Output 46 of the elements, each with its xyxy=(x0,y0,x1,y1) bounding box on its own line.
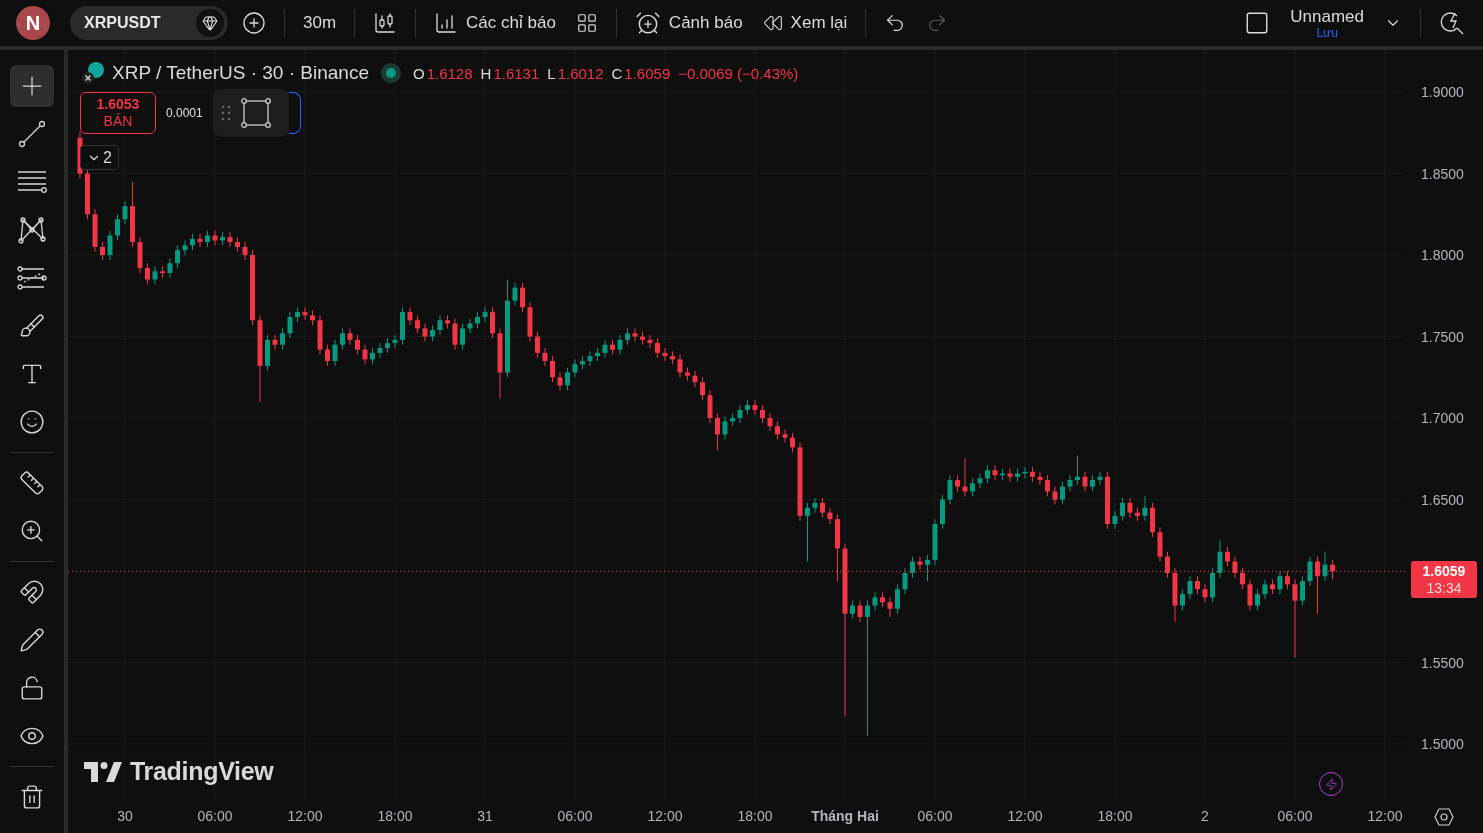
price-label: 1.7500 xyxy=(1421,327,1464,346)
price-change: −0.0069 (−0.43%) xyxy=(678,64,799,82)
time-label: 30 xyxy=(117,808,133,824)
time-label: 12:00 xyxy=(1007,808,1043,824)
ohlc-label: L xyxy=(547,64,556,82)
spread-value: 0.0001 xyxy=(166,106,202,120)
price-label: 1.9000 xyxy=(1421,83,1464,102)
alert-button[interactable]: Cảnh báo xyxy=(628,6,749,40)
time-label: 18:00 xyxy=(1097,808,1133,824)
ohlc-label: C xyxy=(611,64,623,82)
watermark-text: TradingView xyxy=(130,757,274,786)
last-price: 1.6059 xyxy=(1422,562,1466,580)
time-label: 12:00 xyxy=(1367,808,1403,824)
time-label: 06:00 xyxy=(917,808,953,824)
ohlc-label: H xyxy=(480,64,492,82)
time-label: 06:00 xyxy=(197,808,233,824)
symbol-search[interactable]: XRPUSDT xyxy=(70,6,228,40)
ohlc-value: 1.6059 xyxy=(624,64,671,82)
bar-countdown: 13:34 xyxy=(1426,579,1462,597)
time-label: 18:00 xyxy=(737,808,773,824)
symbol-title: XRP / TetherUS · 30 · Binance xyxy=(112,62,369,84)
time-label: 06:00 xyxy=(1277,808,1313,824)
price-label: 1.7000 xyxy=(1421,409,1464,428)
time-label: 06:00 xyxy=(557,808,593,824)
price-label: 1.5000 xyxy=(1421,735,1464,754)
price-label: 1.8000 xyxy=(1421,246,1464,265)
price-label: 1.8500 xyxy=(1421,164,1464,183)
ohlc-label: O xyxy=(413,64,425,82)
time-label: 31 xyxy=(477,808,493,824)
sell-button[interactable]: 1.6053 BÁN xyxy=(80,92,156,134)
layout-name-button[interactable]: Unnamed Lưu xyxy=(1284,7,1370,39)
time-label: 18:00 xyxy=(377,808,413,824)
price-label: 1.5500 xyxy=(1421,653,1464,672)
time-label: 12:00 xyxy=(647,808,683,824)
ohlc-value: 1.6128 xyxy=(426,64,473,82)
time-label: 2 xyxy=(1201,808,1209,824)
interval-button[interactable]: 30m xyxy=(297,6,343,40)
time-label: Tháng Hai xyxy=(811,808,879,824)
ohlc-value: 1.6131 xyxy=(493,64,540,82)
collapse-button[interactable]: 2 xyxy=(80,145,119,170)
time-label: 12:00 xyxy=(287,808,323,824)
ohlc-value: 1.6012 xyxy=(557,64,604,82)
indicators-button[interactable]: Các chỉ báo xyxy=(428,6,562,40)
price-label: 1.6500 xyxy=(1421,490,1464,509)
replay-button[interactable]: Xem lại xyxy=(756,6,854,40)
user-avatar[interactable]: N xyxy=(16,6,50,40)
